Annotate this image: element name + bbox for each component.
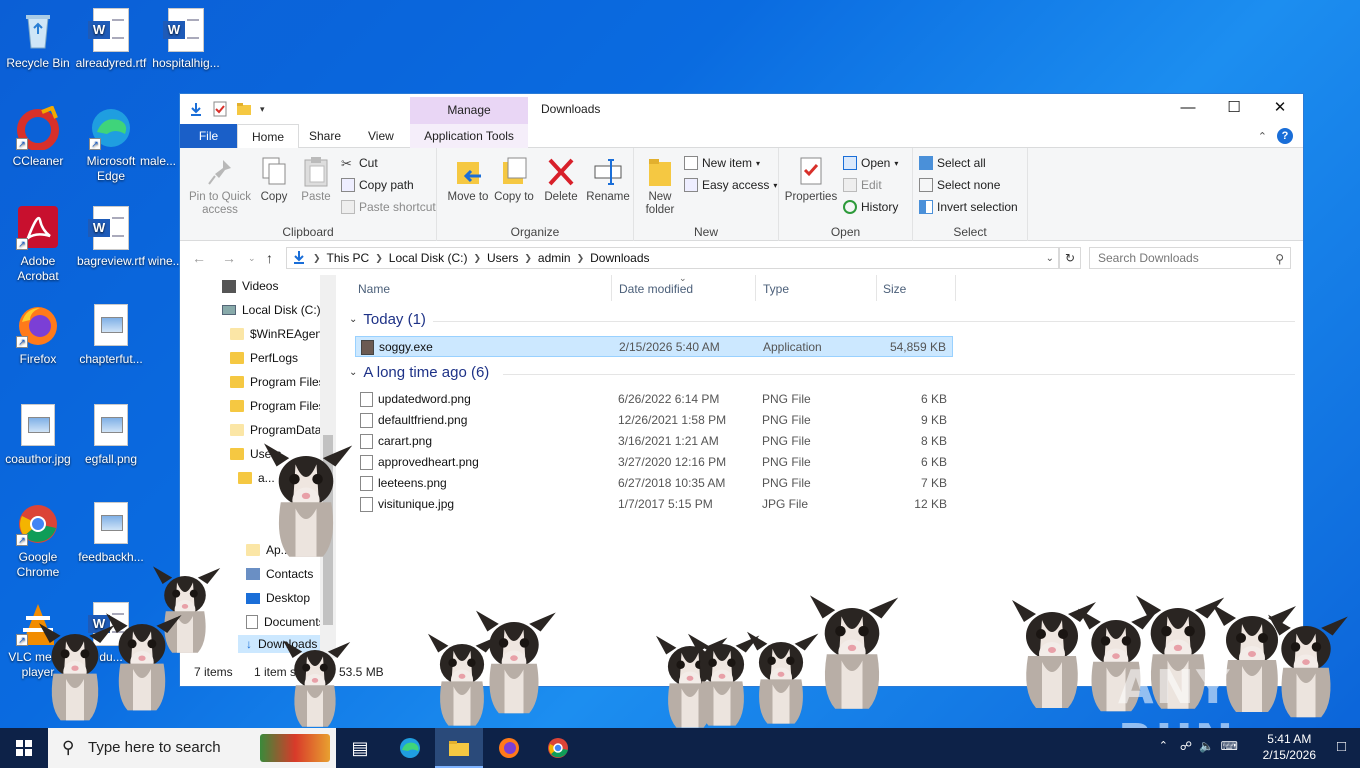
cat-image xyxy=(106,613,182,711)
input-method-icon[interactable]: ⌨ xyxy=(1221,739,1238,753)
taskbar-explorer-button[interactable] xyxy=(435,728,483,768)
volume-icon[interactable]: 🔈 xyxy=(1199,739,1214,753)
windows-logo-icon xyxy=(16,740,32,756)
task-view-button[interactable]: ▤ xyxy=(336,728,384,768)
network-icon[interactable]: ☍ xyxy=(1180,739,1192,753)
cat-image xyxy=(39,623,115,721)
clock-date: 2/15/2026 xyxy=(1262,748,1316,762)
folder-icon xyxy=(449,741,469,756)
clock[interactable]: 5:41 AM 2/15/2026 xyxy=(1263,731,1316,763)
clock-time: 5:41 AM xyxy=(1267,732,1312,746)
chrome-icon xyxy=(548,738,568,758)
gift-boxes-icon xyxy=(260,734,330,762)
cat-image xyxy=(747,631,819,724)
show-hidden-icons-chevron-icon[interactable]: ⌃ xyxy=(1159,739,1168,752)
cat-image xyxy=(428,633,500,726)
edge-icon xyxy=(400,738,420,758)
cat-image xyxy=(476,610,556,714)
taskbar: ⚲ Type here to search ▤ ⌃ ☍ 🔈 ⌨ 5:41 AM … xyxy=(0,728,1360,768)
task-view-icon: ▤ xyxy=(351,738,369,758)
taskbar-search-input[interactable]: ⚲ Type here to search xyxy=(48,728,336,768)
cat-overlay xyxy=(39,443,1348,728)
taskbar-edge-button[interactable] xyxy=(386,728,434,768)
taskbar-search-placeholder: Type here to search xyxy=(88,739,221,756)
cat-image xyxy=(283,640,351,727)
taskbar-firefox-button[interactable] xyxy=(485,728,533,768)
cat-image xyxy=(810,595,899,709)
cat-image xyxy=(264,443,353,557)
notifications-icon[interactable]: □ xyxy=(1337,738,1346,755)
taskbar-chrome-button[interactable] xyxy=(534,728,582,768)
firefox-icon xyxy=(499,738,519,758)
search-icon: ⚲ xyxy=(62,738,75,757)
start-button[interactable] xyxy=(0,728,48,768)
